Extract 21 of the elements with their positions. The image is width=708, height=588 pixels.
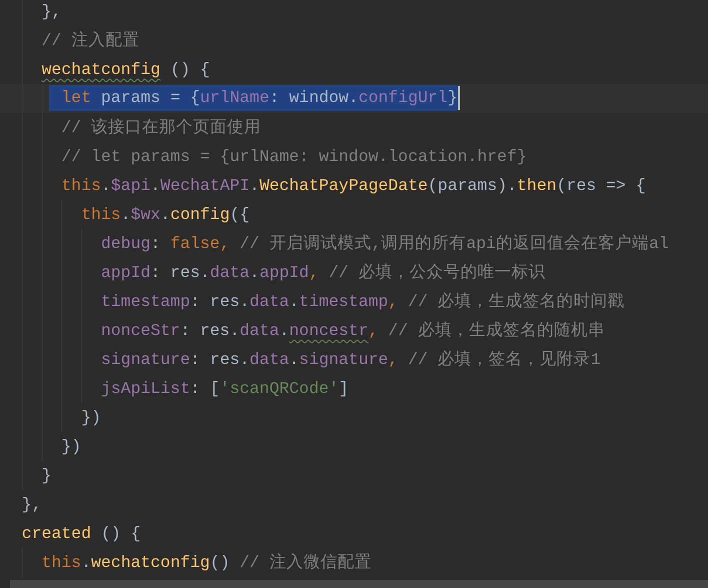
code-line: debug: false, // 开启调试模式,调用的所有api的返回值会在客户端al [2, 229, 669, 258]
code-line: created () { [20, 523, 141, 545]
code-line: } [2, 461, 52, 490]
code-line: wechatconfig () { [2, 55, 210, 84]
code-line: this.$api.WechatAPI.WechatPayPageDate(params).then(res => { [2, 171, 646, 200]
code-line: }) [2, 403, 101, 432]
code-line: // 注入配置 [2, 26, 140, 55]
horizontal-scrollbar[interactable] [10, 580, 708, 588]
text-cursor [458, 86, 460, 110]
code-line: this.wechatconfig() // 注入微信配置 [2, 548, 372, 577]
code-line: }) [2, 432, 82, 461]
code-line: // 该接口在那个页面使用 [2, 113, 262, 142]
code-line: this.$wx.config({ [2, 200, 250, 229]
code-line: }, [2, 0, 62, 26]
code-line: signature: res.data.signature, // 必填，签名，见附录1 [2, 345, 601, 374]
code-line: jsApiList: ['scanQRCode'] [2, 374, 349, 403]
code-line: nonceStr: res.data.noncestr, // 必填，生成签名的随机串 [2, 316, 605, 345]
code-line: }, [20, 494, 42, 516]
code-line: timestamp: res.data.timestamp, // 必填，生成签名的时间戳 [2, 287, 625, 316]
code-line: // let params = {urlName: window.location.href} [2, 142, 527, 171]
code-line: appId: res.data.appId, // 必填，公众号的唯一标识 [2, 258, 546, 287]
